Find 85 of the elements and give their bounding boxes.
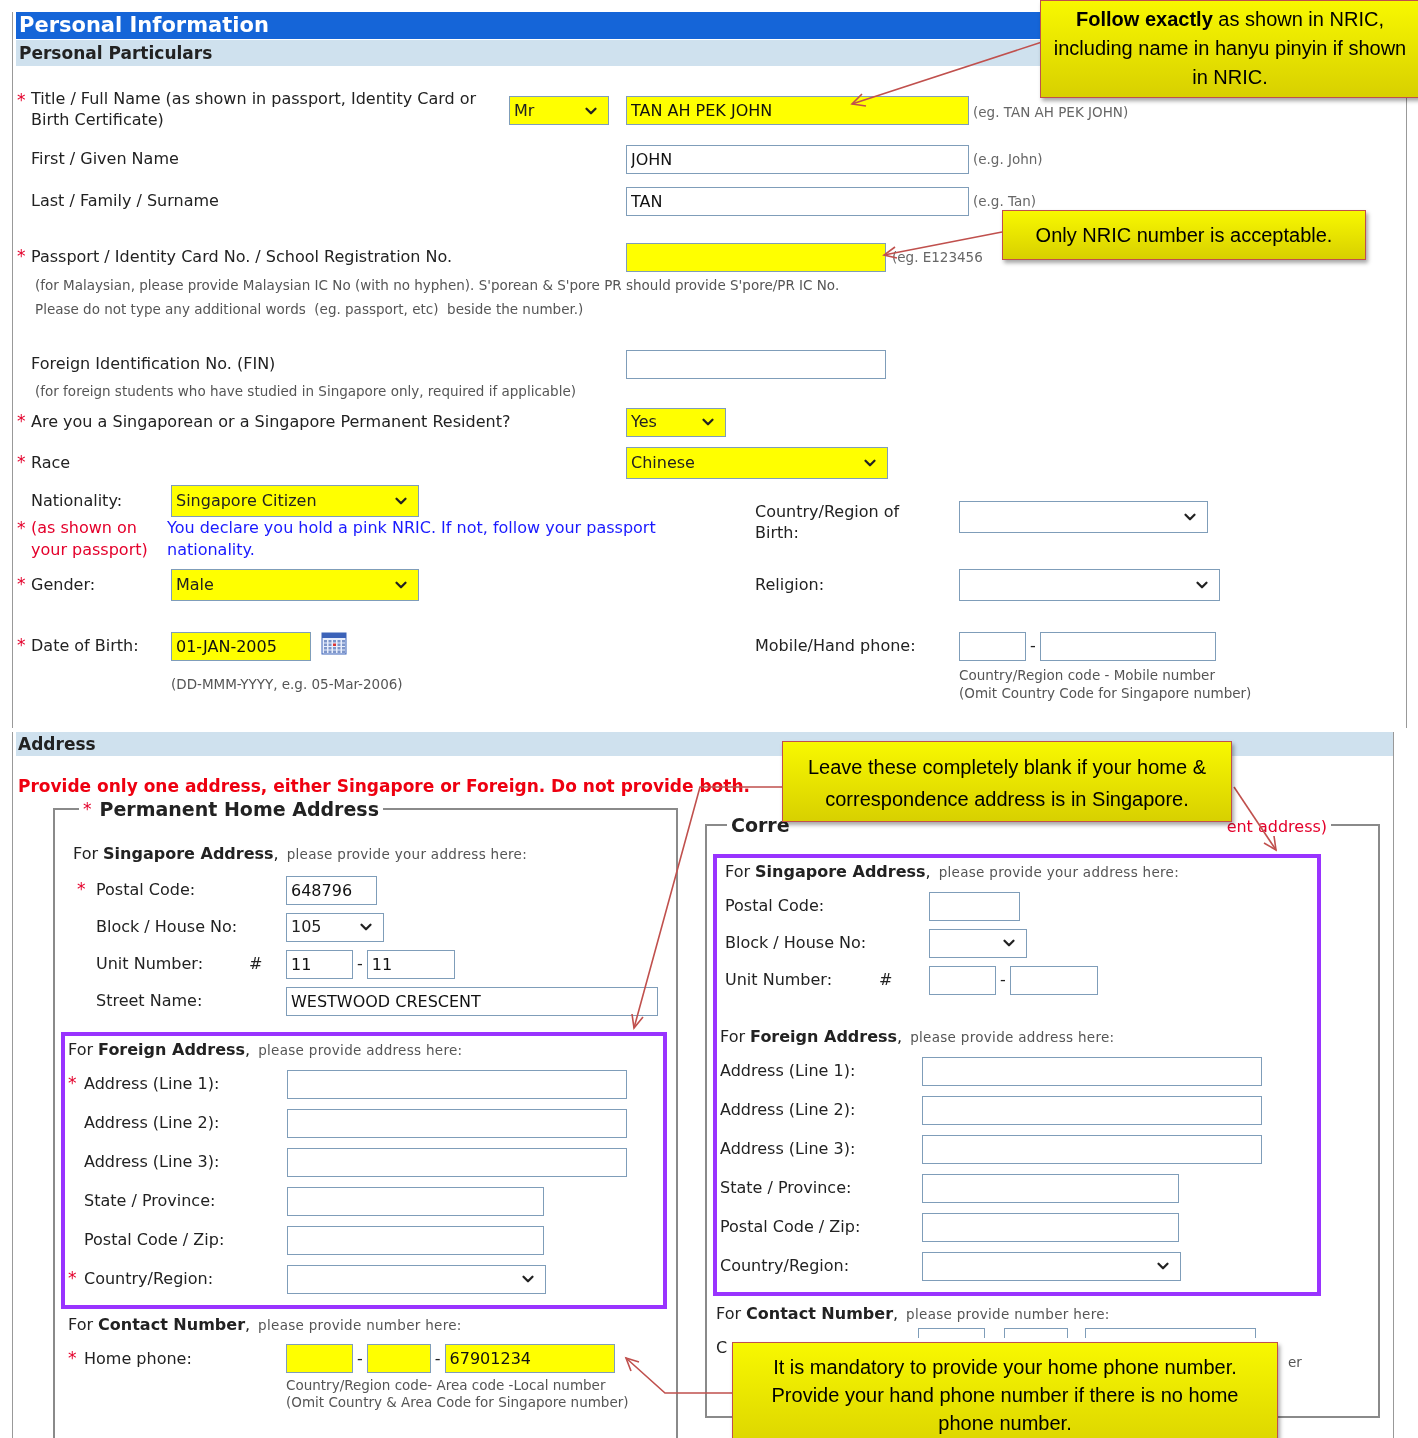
required-mark: * — [17, 635, 26, 656]
separator-text: - — [1000, 969, 1006, 991]
section-prompt: please provide number here: — [906, 1304, 1110, 1324]
field-note: Please do not type any additional words (eg. passport, etc) beside the number.) — [35, 300, 585, 319]
field-label: Street Name: — [96, 990, 204, 1012]
callout-note: Only NRIC number is acceptable. — [1002, 210, 1366, 260]
field-note: (for Malaysian, please provide Malaysian IC No (with no hyphen). S'porean & S'pore PR should provide S'pore/PR IC No. — [35, 276, 841, 295]
field-label: Country/Region: — [84, 1268, 215, 1290]
field-hint: (Omit Country Code for Singapore number) — [959, 684, 1252, 702]
required-mark: * — [68, 1073, 77, 1094]
required-mark: * — [17, 518, 26, 538]
hash-sign: # — [249, 953, 264, 975]
field-label: Last / Family / Surname — [31, 190, 220, 212]
required-mark: * — [17, 90, 26, 110]
nationality-note: You declare you hold a pink NRIC. If not, follow your passport nationality. — [167, 517, 657, 561]
separator-text: - — [357, 953, 363, 975]
required-mark: * — [17, 452, 26, 473]
field-label: Gender: — [31, 574, 97, 596]
required-mark: * — [17, 246, 26, 267]
field-label: Race — [31, 452, 72, 474]
callout-note: It is mandatory to provide your home phone number. Provide your hand phone number if there is no home phone number. — [732, 1342, 1278, 1438]
field-label: Unit Number: — [96, 953, 205, 975]
field-hint: (e.g. John) — [973, 149, 1043, 169]
field-label: Address (Line 2): — [720, 1099, 857, 1121]
field-hint: (eg. TAN AH PEK JOHN) — [973, 103, 1129, 122]
separator-text: - — [434, 1347, 441, 1370]
field-sublabel: (as shown on your passport) — [31, 517, 149, 561]
field-label: Religion: — [755, 574, 826, 596]
field-hint: er — [1288, 1352, 1302, 1372]
required-mark: * — [17, 411, 26, 432]
field-label: Postal Code / Zip: — [720, 1216, 862, 1238]
field-label: Unit Number: — [725, 969, 834, 991]
section-prompt: please provide address here: — [258, 1040, 463, 1060]
callout-note: Follow exactly as shown in NRIC, including name in hanyu pinyin if shown in NRIC. — [1040, 0, 1418, 98]
section-prompt: please provide number here: — [258, 1315, 462, 1335]
field-label: Foreign Identification No. (FIN) — [31, 353, 277, 375]
field-label: Date of Birth: — [31, 635, 140, 657]
required-mark: * — [68, 1347, 77, 1368]
hash-sign: # — [879, 969, 894, 991]
field-label: Postal Code: — [96, 879, 197, 901]
field-label: Nationality: — [31, 490, 124, 512]
field-label: Address (Line 2): — [84, 1112, 221, 1134]
required-mark: * — [68, 1268, 77, 1289]
section-prompt: please provide your address here: — [938, 862, 1180, 882]
field-label: Passport / Identity Card No. / School Registration No. — [31, 246, 454, 268]
field-hint: (eg. E123456 — [892, 247, 983, 267]
section-heading: For Contact Number, — [716, 1302, 899, 1325]
group-title: Permanent Home Address — [99, 797, 379, 822]
section-heading: For Contact Number, — [68, 1313, 251, 1336]
separator-text: - — [357, 1347, 363, 1370]
field-label: First / Given Name — [31, 148, 180, 170]
field-label: Are you a Singaporean or a Singapore Permanent Resident? — [31, 411, 512, 433]
field-note: (for foreign students who have studied in Singapore only, required if applicable) — [34, 382, 577, 401]
field-label: State / Province: — [84, 1190, 217, 1212]
field-label: Mobile/Hand phone: — [755, 635, 917, 657]
required-mark: * — [77, 879, 86, 900]
field-label: State / Province: — [720, 1177, 853, 1199]
required-mark: * — [17, 574, 26, 595]
field-label: Country/Region of Birth: — [755, 501, 901, 543]
field-hint: (DD-MMM-YYYY, e.g. 05-Mar-2006) — [171, 675, 404, 694]
field-label: Address (Line 3): — [720, 1138, 857, 1160]
section-prompt: please provide address here: — [910, 1027, 1115, 1047]
separator-text: - — [1030, 635, 1036, 657]
field-label: Block / House No: — [96, 916, 239, 938]
field-label: Address (Line 1): — [84, 1073, 221, 1095]
field-label: Home phone: — [84, 1347, 193, 1370]
field-hint: Country/Region code - Mobile number — [959, 666, 1216, 684]
required-mark: * — [83, 797, 92, 821]
field-label: C — [716, 1337, 728, 1357]
callout-note: Leave these completely blank if your home & correspondence address is in Singapore. — [782, 741, 1232, 822]
section-heading: For Singapore Address, — [73, 842, 279, 865]
field-label: Address (Line 3): — [84, 1151, 221, 1173]
field-hint: (e.g. Tan) — [973, 191, 1037, 211]
section-heading: For Foreign Address, — [68, 1038, 251, 1061]
field-hint: Country/Region code- Area code -Local number (Omit Country & Area Code for Singapore number) — [286, 1376, 630, 1411]
address-warning: Provide only one address, either Singapore or Foreign. Do not provide both. — [17, 775, 751, 797]
field-label: Country/Region: — [720, 1255, 851, 1277]
field-label: Address (Line 1): — [720, 1060, 857, 1082]
field-label: Block / House No: — [725, 932, 868, 954]
field-label: Postal Code: — [725, 895, 826, 917]
section-heading: For Singapore Address, — [725, 860, 931, 883]
section-heading: For Foreign Address, — [720, 1025, 903, 1048]
section-prompt: please provide your address here: — [286, 844, 528, 864]
field-label: Title / Full Name (as shown in passport, Identity Card or Birth Certificate) — [31, 88, 478, 130]
field-label: Postal Code / Zip: — [84, 1229, 226, 1251]
